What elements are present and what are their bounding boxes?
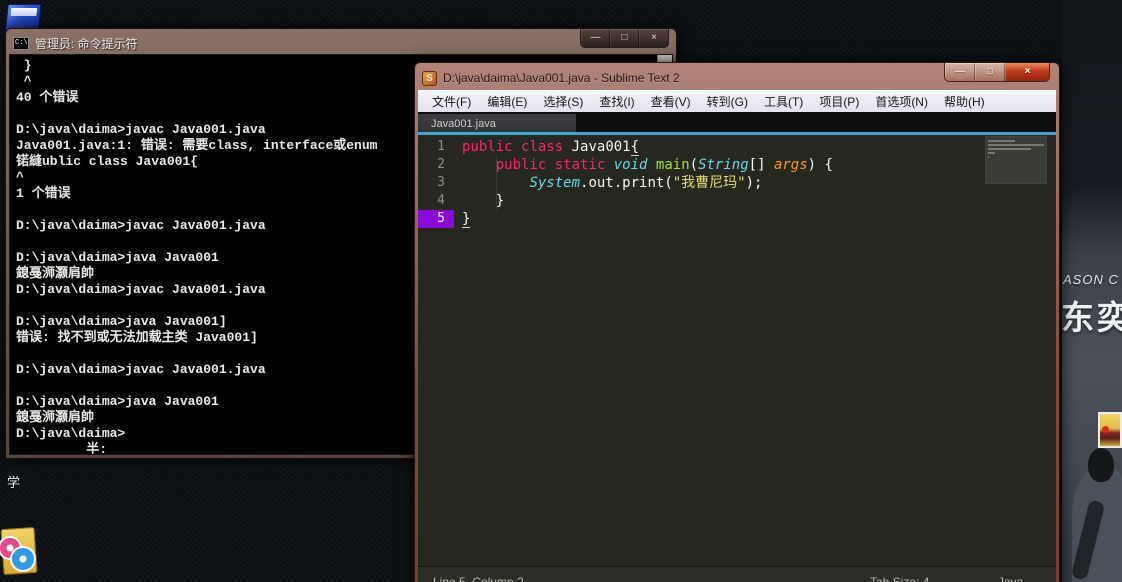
menu-item[interactable]: 文件(F) [424, 93, 479, 110]
editor-area[interactable]: 1 2 3 4 5 public class Java001{ public stati… [418, 135, 1056, 566]
wallpaper-strip: ASON C 东奕 [1062, 0, 1122, 582]
sublime-window: S D:\java\daima\Java001.java - Sublime T… [414, 62, 1060, 582]
minimap-line [988, 144, 1044, 146]
code-line: } [462, 211, 471, 228]
minimap-line [988, 148, 1031, 150]
cmd-window-title: 管理员: 命令提示符 [35, 36, 138, 51]
menu-item[interactable]: 查找(I) [591, 93, 642, 110]
gutter-line-number: 5 [418, 210, 454, 228]
desktop: { "desktop": { "icon_label_partial": "学"… [0, 0, 1122, 582]
wallpaper-text: ASON C [1063, 272, 1119, 287]
menu-item[interactable]: 首选项(N) [867, 93, 936, 110]
minimap-line [988, 152, 995, 154]
desktop-icon-anime[interactable] [1098, 412, 1122, 448]
cmd-titlebar[interactable]: C:\ 管理员: 命令提示符 — □ × [9, 29, 673, 54]
cmd-icon: C:\ [13, 36, 29, 50]
maximize-button[interactable]: □ [975, 63, 1005, 81]
sublime-window-controls: — □ × [944, 63, 1050, 82]
minimap-line [988, 140, 1016, 142]
code-line: } [462, 193, 505, 209]
status-syntax[interactable]: Java [998, 575, 1023, 582]
menu-item[interactable]: 帮助(H) [936, 93, 993, 110]
close-button[interactable]: × [639, 29, 668, 47]
sublime-window-title: D:\java\daima\Java001.java - Sublime Tex… [443, 71, 680, 85]
gutter-line-number: 1 [437, 139, 445, 154]
menu-item[interactable]: 查看(V) [643, 93, 699, 110]
menu-item[interactable]: 选择(S) [535, 93, 591, 110]
status-cursor-position: Line 5, Column 2 [433, 575, 524, 582]
icon-detail [1102, 426, 1109, 433]
menu-item[interactable]: 转到(G) [699, 93, 756, 110]
statusbar: Line 5, Column 2 Tab Size: 4 Java [418, 566, 1056, 582]
indent-guide [496, 156, 497, 210]
disc-blue-icon [10, 546, 36, 572]
wallpaper-text-large: 东奕 [1062, 299, 1122, 336]
menu-item[interactable]: 编辑(E) [479, 93, 535, 110]
code-line: System.out.print("我曹尼玛"); [529, 175, 763, 191]
status-tab-size[interactable]: Tab Size: 4 [870, 575, 929, 582]
close-button[interactable]: × [1005, 63, 1049, 81]
code-area[interactable]: public class Java001{ public static void… [454, 135, 1056, 566]
menu-item[interactable]: 工具(T) [756, 93, 811, 110]
minimap-line [988, 156, 990, 158]
menubar: 文件(F) 编辑(E) 选择(S) 查找(I) 查看(V) 转到(G) 工具(T) 项目(P)… [418, 90, 1056, 112]
code-line: public static void main(String[] args) { [495, 157, 833, 173]
maximize-button[interactable]: □ [610, 29, 639, 47]
sublime-app-icon: S [422, 70, 437, 86]
icon-detail [10, 8, 38, 16]
gutter-line-number: 2 [437, 157, 445, 172]
wallpaper-figure-head [1088, 448, 1114, 482]
code-line: public class Java001{ [462, 139, 640, 156]
menu-item[interactable]: 项目(P) [811, 93, 867, 110]
gutter-line-number: 3 [437, 175, 445, 190]
minimize-button[interactable]: — [945, 63, 975, 81]
tabbar: Java001.java [418, 112, 1056, 135]
cmd-window-controls: — □ × [580, 29, 669, 48]
gutter: 1 2 3 4 5 [418, 135, 454, 566]
gutter-line-number: 4 [437, 193, 445, 208]
desktop-icon-folder-discs[interactable] [0, 526, 40, 580]
minimap[interactable] [985, 136, 1047, 184]
sublime-titlebar[interactable]: S D:\java\daima\Java001.java - Sublime T… [418, 63, 1056, 90]
minimize-button[interactable]: — [581, 29, 610, 47]
desktop-icon-label[interactable]: 学 [7, 472, 20, 491]
